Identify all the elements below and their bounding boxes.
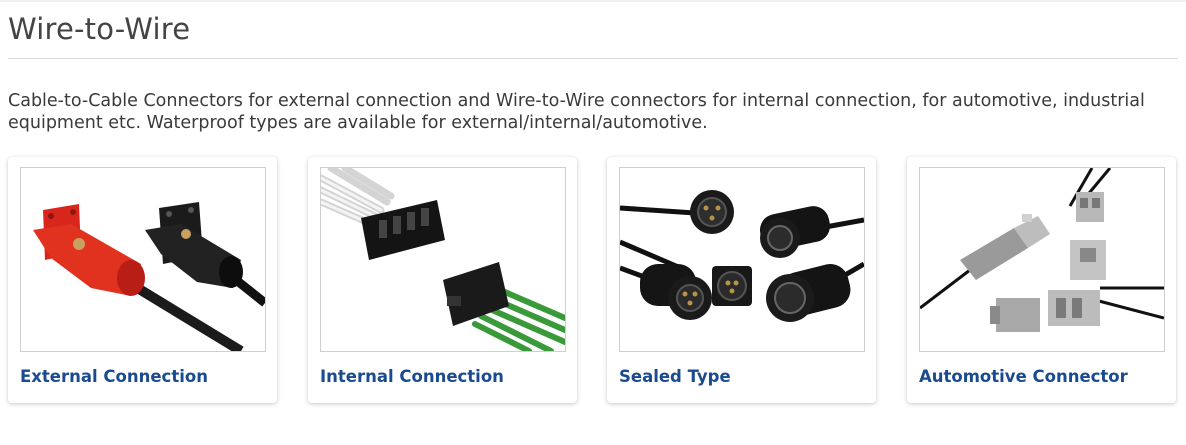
- external-connection-link[interactable]: External Connection: [20, 367, 208, 386]
- title-divider: [8, 58, 1178, 59]
- automotive-connector-image[interactable]: [919, 167, 1165, 352]
- internal-connection-image[interactable]: [320, 167, 566, 352]
- automotive-connector-link[interactable]: Automotive Connector: [919, 367, 1128, 386]
- page-title: Wire-to-Wire: [8, 12, 191, 46]
- category-card-internal-connection[interactable]: Internal Connection: [308, 157, 577, 403]
- internal-connection-link[interactable]: Internal Connection: [320, 367, 504, 386]
- top-border: [0, 0, 1186, 2]
- sealed-type-image[interactable]: [619, 167, 865, 352]
- sealed-type-link[interactable]: Sealed Type: [619, 367, 731, 386]
- category-card-external-connection[interactable]: External Connection: [8, 157, 277, 403]
- category-card-sealed-type[interactable]: Sealed Type: [607, 157, 876, 403]
- page-description: Cable-to-Cable Connectors for external c…: [8, 91, 1145, 133]
- external-connection-image[interactable]: [20, 167, 266, 352]
- category-card-automotive-connector[interactable]: Automotive Connector: [907, 157, 1176, 403]
